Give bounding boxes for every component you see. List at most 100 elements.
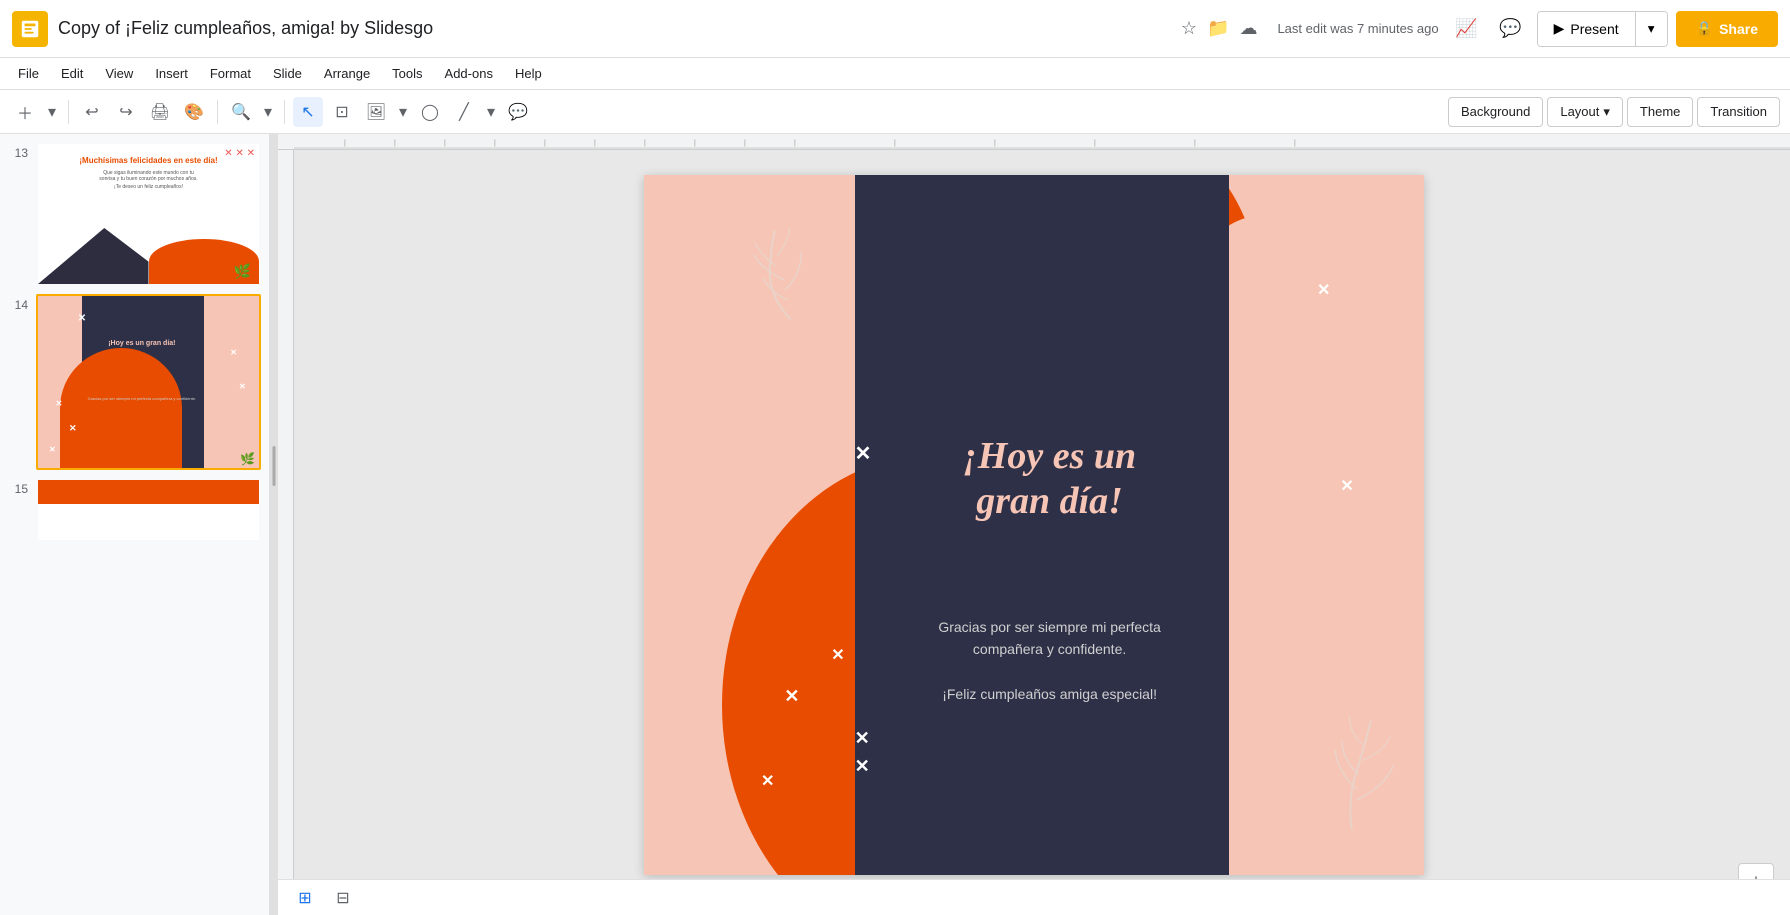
present-dropdown-button[interactable]: ▾ xyxy=(1635,11,1667,47)
menu-view[interactable]: View xyxy=(95,62,143,85)
canvas-area[interactable]: | | | | | | | | | | | | | | | xyxy=(278,134,1790,915)
slide13-footer: ¡Te deseo un feliz cumpleaños! xyxy=(38,182,259,192)
main-slide[interactable]: ✕ ✕ ✕ ✕ ✕ ✕ ✕ ✕ ¡Hoy es un gran día! Gra… xyxy=(644,175,1424,875)
slide-thumb-13[interactable]: 13 ✕ ✕ ✕ ¡Muchísimas felicidades en este… xyxy=(8,142,261,286)
menu-arrange[interactable]: Arrange xyxy=(314,62,380,85)
main-area: 13 ✕ ✕ ✕ ¡Muchísimas felicidades en este… xyxy=(0,134,1790,915)
cross-6: ✕ xyxy=(761,771,774,791)
image-dropdown-button[interactable]: ▾ xyxy=(395,97,411,127)
slide-num-13: 13 xyxy=(8,142,28,160)
comment-button[interactable]: 💬 xyxy=(503,97,533,127)
svg-text:|: | xyxy=(1294,140,1296,147)
svg-text:|: | xyxy=(694,140,696,147)
resizer-bar xyxy=(273,446,276,486)
menubar: File Edit View Insert Format Slide Arran… xyxy=(0,58,1790,90)
slide14-plant-icon: 🌿 xyxy=(240,452,255,466)
deco-x-14e: ✕ xyxy=(69,423,77,434)
deco-x-13: ✕ ✕ ✕ xyxy=(224,148,255,159)
slide-container-14: ¡Hoy es un gran día! Gracias por ser sie… xyxy=(36,294,261,470)
present-main-button[interactable]: ▶ Present xyxy=(1538,11,1635,47)
grid-view-button[interactable]: ⊞ xyxy=(290,886,320,910)
list-view-button[interactable]: ⊟ xyxy=(328,886,358,910)
menu-file[interactable]: File xyxy=(8,62,49,85)
paint-format-button[interactable]: 🎨 xyxy=(179,97,209,127)
slide14-text: Gracias por ser siempre mi perfecta comp… xyxy=(87,396,198,401)
cross-7: ✕ xyxy=(855,728,870,749)
transition-button[interactable]: Transition xyxy=(1697,97,1780,127)
cross-5: ✕ xyxy=(855,756,870,777)
svg-text:|: | xyxy=(994,140,996,147)
text-box-button[interactable]: ⊡ xyxy=(327,97,357,127)
slide-thumb-15[interactable]: 15 xyxy=(8,478,261,542)
slide13-plant-icon: 🌿 xyxy=(234,263,251,280)
lock-icon: 🔒 xyxy=(1696,20,1713,37)
folder-icon[interactable]: 📁 xyxy=(1207,18,1229,39)
zoom-dropdown-button[interactable]: ▾ xyxy=(260,97,276,127)
theme-button[interactable]: Theme xyxy=(1627,97,1693,127)
star-icon[interactable]: ☆ xyxy=(1181,18,1197,39)
deco-x-14b: ✕ xyxy=(230,348,237,357)
redo-button[interactable]: ↪ xyxy=(111,97,141,127)
slide-preview-15 xyxy=(38,480,259,540)
svg-text:|: | xyxy=(394,140,396,147)
share-button[interactable]: 🔒 Share xyxy=(1676,11,1778,47)
deco-x-14d: ✕ xyxy=(56,399,63,408)
app-icon xyxy=(12,11,48,47)
slide-num-15: 15 xyxy=(8,478,28,496)
slide-container-13: ✕ ✕ ✕ ¡Muchísimas felicidades en este dí… xyxy=(36,142,261,286)
shapes-button[interactable]: ◯ xyxy=(415,97,445,127)
cross-2: ✕ xyxy=(1317,280,1330,300)
deco-x-14a: ✕ xyxy=(78,313,86,324)
menu-insert[interactable]: Insert xyxy=(145,62,198,85)
line-dropdown-button[interactable]: ▾ xyxy=(483,97,499,127)
add-dropdown-button[interactable]: ▾ xyxy=(44,97,60,127)
layout-button[interactable]: Layout ▾ xyxy=(1547,97,1623,127)
slide-canvas: ✕ ✕ ✕ ✕ ✕ ✕ ✕ ✕ ¡Hoy es un gran día! Gra… xyxy=(644,175,1424,875)
line-button[interactable]: ╱ xyxy=(449,97,479,127)
menu-slide[interactable]: Slide xyxy=(263,62,312,85)
print-button[interactable]: 🖨 xyxy=(145,97,175,127)
ruler-left xyxy=(278,150,294,915)
svg-text:|: | xyxy=(344,140,346,147)
slide-subtitle: Gracias por ser siempre mi perfecta comp… xyxy=(878,616,1221,706)
chat-icon[interactable]: 💬 xyxy=(1493,11,1529,47)
cloud-icon[interactable]: ☁ xyxy=(1239,18,1257,39)
menu-tools[interactable]: Tools xyxy=(382,62,432,85)
menu-edit[interactable]: Edit xyxy=(51,62,93,85)
slide-num-14: 14 xyxy=(8,294,28,312)
bottom-toolbar: ⊞ ⊟ xyxy=(278,879,1790,915)
toolbar-separator-1 xyxy=(68,100,69,124)
title-icons: ☆ 📁 ☁ xyxy=(1181,18,1258,39)
zoom-button[interactable]: 🔍 xyxy=(226,97,256,127)
svg-text:|: | xyxy=(894,140,896,147)
topbar: Copy of ¡Feliz cumpleaños, amiga! by Sli… xyxy=(0,0,1790,58)
slide13-bottom-deco: 🌿 xyxy=(38,228,259,284)
cross-4: ✕ xyxy=(784,686,799,707)
last-edit: Last edit was 7 minutes ago xyxy=(1277,21,1438,36)
present-play-icon: ▶ xyxy=(1554,20,1565,37)
add-button[interactable]: ＋ xyxy=(10,97,40,127)
svg-text:|: | xyxy=(444,140,446,147)
slide14-orange-blob xyxy=(60,348,182,468)
menu-help[interactable]: Help xyxy=(505,62,552,85)
svg-text:|: | xyxy=(744,140,746,147)
panel-resizer[interactable] xyxy=(270,134,278,915)
svg-text:|: | xyxy=(594,140,596,147)
slide13-mountain xyxy=(38,228,149,284)
slide14-title: ¡Hoy es un gran día! xyxy=(87,339,198,348)
trend-icon[interactable]: 📈 xyxy=(1449,11,1485,47)
cross-8: ✕ xyxy=(831,645,844,665)
background-button[interactable]: Background xyxy=(1448,97,1543,127)
select-tool-button[interactable]: ↖ xyxy=(293,97,323,127)
deco-x-14f: ✕ xyxy=(49,445,56,454)
undo-button[interactable]: ↩ xyxy=(77,97,107,127)
slide-preview-14: ¡Hoy es un gran día! Gracias por ser sie… xyxy=(38,296,259,468)
slide-thumb-14[interactable]: 14 ¡Hoy es un gran día! Gracias por ser … xyxy=(8,294,261,470)
menu-format[interactable]: Format xyxy=(200,62,261,85)
slide-preview-13: ✕ ✕ ✕ ¡Muchísimas felicidades en este dí… xyxy=(38,144,259,284)
slide-main-title: ¡Hoy es un gran día! xyxy=(878,434,1221,525)
present-button-group: ▶ Present ▾ xyxy=(1537,11,1668,47)
image-button[interactable]: 🖼 xyxy=(361,97,391,127)
menu-addons[interactable]: Add-ons xyxy=(435,62,503,85)
cross-3: ✕ xyxy=(1340,476,1353,496)
